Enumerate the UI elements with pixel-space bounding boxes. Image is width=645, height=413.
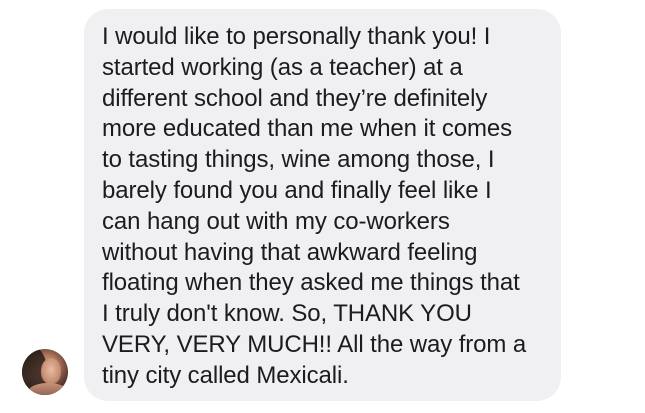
message-text: I would like to personally thank you! I … <box>102 23 527 389</box>
message-row: I would like to personally thank you! I … <box>0 0 645 413</box>
avatar-shoulder <box>28 383 68 395</box>
avatar-face <box>41 358 61 384</box>
avatar[interactable] <box>22 349 68 395</box>
message-bubble[interactable]: I would like to personally thank you! I … <box>84 9 561 401</box>
